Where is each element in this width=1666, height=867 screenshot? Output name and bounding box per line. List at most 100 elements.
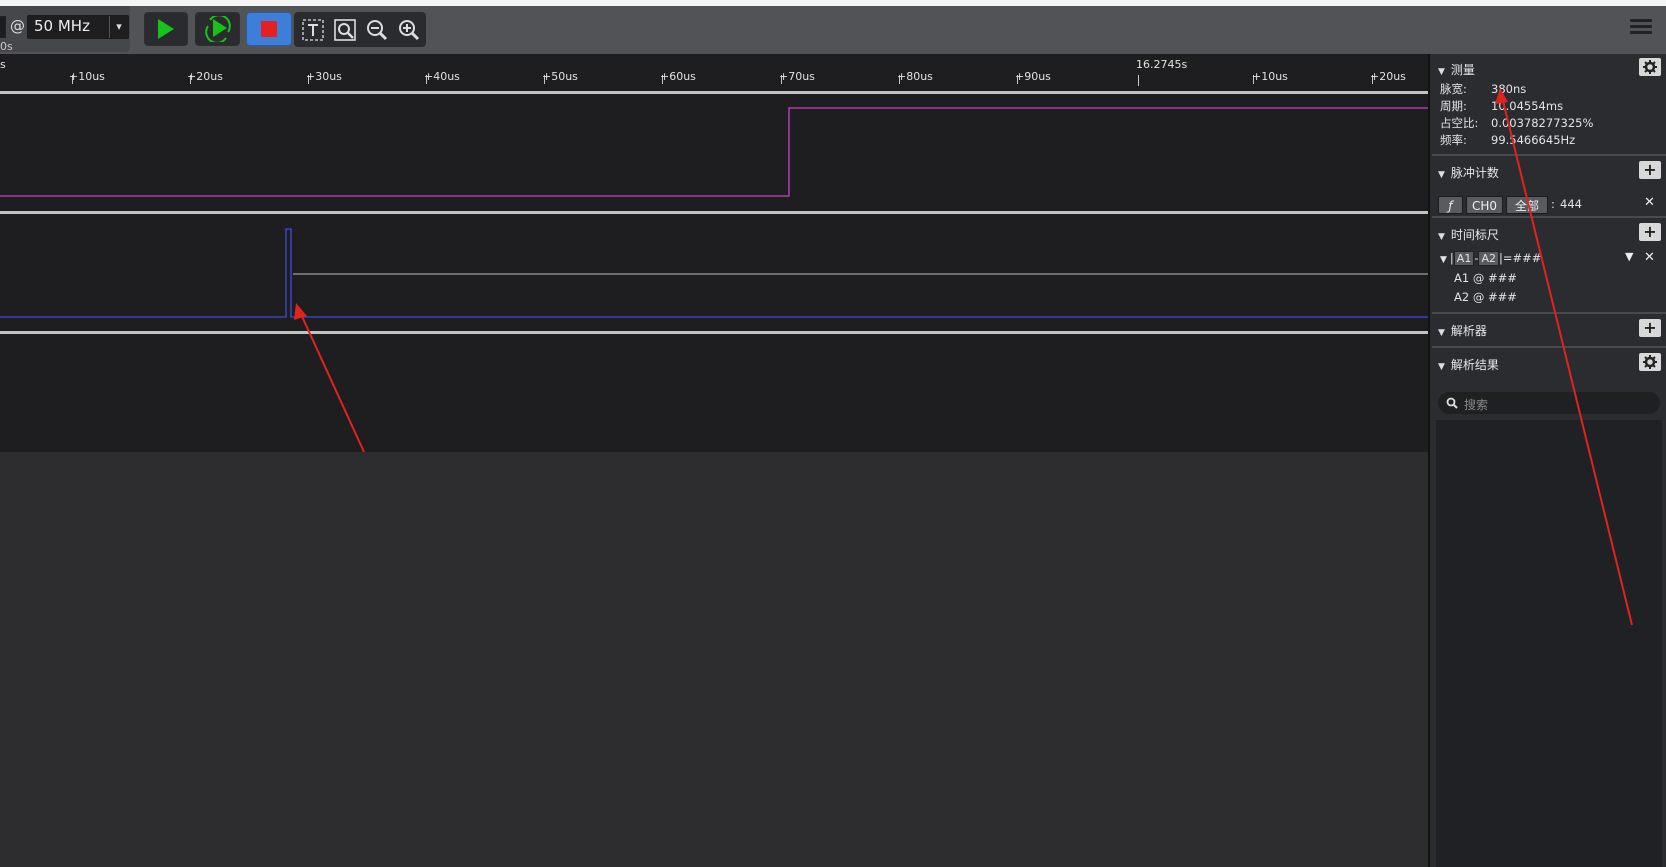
measure-value: 380ns [1491, 82, 1527, 96]
waveform-area[interactable] [0, 91, 1428, 452]
ruler-tick-label: +20us [187, 70, 223, 83]
section-divider [1432, 346, 1666, 348]
zoom-out-icon [367, 19, 388, 40]
pin-icon[interactable]: ▼ [1625, 250, 1633, 263]
time-ruler-header[interactable]: ▼ 时间标尺 [1438, 226, 1499, 243]
decoder-header[interactable]: ▼ 解析器 [1438, 322, 1487, 339]
zoom-in-button[interactable] [393, 13, 425, 46]
close-icon[interactable]: ✕ [1644, 195, 1655, 210]
time-ruler[interactable]: s +10us +20us +30us +40us +50us +60us +7… [0, 54, 1428, 91]
measure-value: 99.5466645Hz [1491, 133, 1576, 147]
ruler-tick-label: +40us [424, 70, 460, 83]
measure-row-width: 脉宽: 380ns [1440, 81, 1526, 97]
collapse-icon: ▼ [1438, 232, 1445, 242]
ruler-tick-label: +30us [306, 70, 342, 83]
stop-button[interactable] [246, 12, 292, 46]
ruler-tick-major [1138, 75, 1139, 86]
zoom-text-icon [302, 18, 324, 41]
pulse-count-header[interactable]: ▼ 脉冲计数 [1438, 164, 1499, 181]
time-ruler-title: 时间标尺 [1450, 228, 1499, 242]
sample-settings: @ 50 MHz ▾ 0s [0, 6, 130, 53]
at-symbol: @ [10, 17, 25, 35]
ruler-tick-label: +80us [897, 70, 933, 83]
scope-select-button[interactable]: 全部 [1506, 196, 1548, 214]
ruler-tick-label: +10us [1252, 70, 1288, 83]
menu-icon[interactable] [1630, 16, 1652, 38]
rising-edge-icon: ƒ [1448, 199, 1453, 213]
ruler-tick-label: +60us [660, 70, 696, 83]
zoom-fit-icon [334, 18, 356, 41]
ruler-tick-label: s [0, 58, 6, 71]
measure-settings-button[interactable] [1639, 58, 1661, 76]
edge-select-button[interactable]: ƒ [1438, 196, 1463, 214]
gear-icon [1643, 60, 1657, 74]
decode-result-list[interactable] [1436, 420, 1662, 867]
measure-title: 测量 [1450, 63, 1475, 77]
run-icon [158, 19, 174, 39]
measure-row-frequency: 频率: 99.5466645Hz [1440, 132, 1575, 148]
empty-area [0, 452, 1428, 867]
cursor-a2-tag[interactable]: A2 [1478, 251, 1500, 266]
close-icon[interactable]: ✕ [1644, 250, 1655, 265]
loop-run-icon [204, 16, 231, 42]
decode-result-title: 解析结果 [1450, 358, 1499, 372]
ruler-tick-label: +10us [69, 70, 105, 83]
measure-row-duty: 占空比: 0.00378277325% [1440, 115, 1593, 131]
chevron-down-icon[interactable]: ▾ [109, 16, 128, 38]
channel-select-button[interactable]: CH0 [1466, 196, 1503, 214]
measure-key: 频率: [1440, 133, 1467, 147]
collapse-icon: ▼ [1438, 362, 1445, 372]
add-decoder-button[interactable]: + [1639, 319, 1661, 337]
section-divider [1432, 216, 1666, 218]
cursor-formula: ▼ | A1- A2 |=### [1440, 251, 1541, 266]
cursor-a1-tag[interactable]: A1 [1453, 251, 1475, 266]
zoom-out-button[interactable] [361, 13, 393, 46]
collapse-icon: ▼ [1440, 255, 1447, 265]
collapse-icon: ▼ [1438, 170, 1445, 180]
stop-icon [261, 21, 277, 37]
pulse-count-value: 444 [1560, 197, 1582, 211]
gear-icon [1643, 355, 1657, 369]
measure-key: 脉宽: [1440, 82, 1467, 96]
add-time-ruler-button[interactable]: + [1639, 223, 1661, 241]
cursor-a1-row: A1 @ ### [1454, 271, 1517, 285]
cursor-a2-row: A2 @ ### [1454, 290, 1517, 304]
decode-result-settings-button[interactable] [1639, 353, 1661, 371]
zoom-text-button[interactable] [297, 13, 329, 46]
duration-label: 0s [0, 40, 13, 53]
pulse-count-title: 脉冲计数 [1450, 166, 1499, 180]
pulse-count-colon: : [1551, 197, 1555, 211]
sample-count-field[interactable] [0, 16, 6, 38]
ruler-tick-label: +70us [779, 70, 815, 83]
collapse-icon: ▼ [1438, 67, 1445, 77]
decode-result-header[interactable]: ▼ 解析结果 [1438, 356, 1499, 373]
measure-value: 10.04554ms [1491, 99, 1564, 113]
zoom-fit-button[interactable] [329, 13, 361, 46]
channel1-trace [0, 228, 1428, 318]
loop-run-button[interactable] [195, 12, 240, 46]
channel-label: CH0 [1471, 199, 1498, 213]
search-placeholder: 搜索 [1464, 398, 1489, 412]
measure-key: 周期: [1440, 99, 1467, 113]
sample-rate-value: 50 MHz [34, 17, 90, 35]
ruler-tick-label-major: 16.2745s [1136, 58, 1188, 71]
section-divider [1432, 154, 1666, 156]
section-divider [1432, 312, 1666, 314]
collapse-icon: ▼ [1438, 328, 1445, 338]
scope-label: 全部 [1514, 199, 1539, 213]
search-icon [1446, 397, 1458, 409]
ruler-tick-label: +90us [1015, 70, 1051, 83]
waveform-traces [0, 107, 1428, 318]
zoom-in-icon [399, 19, 420, 40]
measure-key: 占空比: [1440, 116, 1479, 130]
zoom-toolbar [294, 12, 426, 47]
add-pulse-count-button[interactable]: + [1639, 161, 1661, 179]
side-panel: ▼ 测量 脉宽: 380ns 周期: 10.04554ms 占空比: 0.0037827… [1428, 54, 1666, 867]
run-button[interactable] [144, 12, 188, 46]
measure-value: 0.00378277325% [1491, 116, 1594, 130]
ruler-tick-label: +50us [542, 70, 578, 83]
sample-rate-select[interactable]: 50 MHz ▾ [27, 15, 129, 39]
ruler-tick-label: +20us [1370, 70, 1406, 83]
search-input[interactable]: 搜索 [1438, 392, 1660, 414]
measure-header[interactable]: ▼ 测量 [1438, 61, 1475, 78]
